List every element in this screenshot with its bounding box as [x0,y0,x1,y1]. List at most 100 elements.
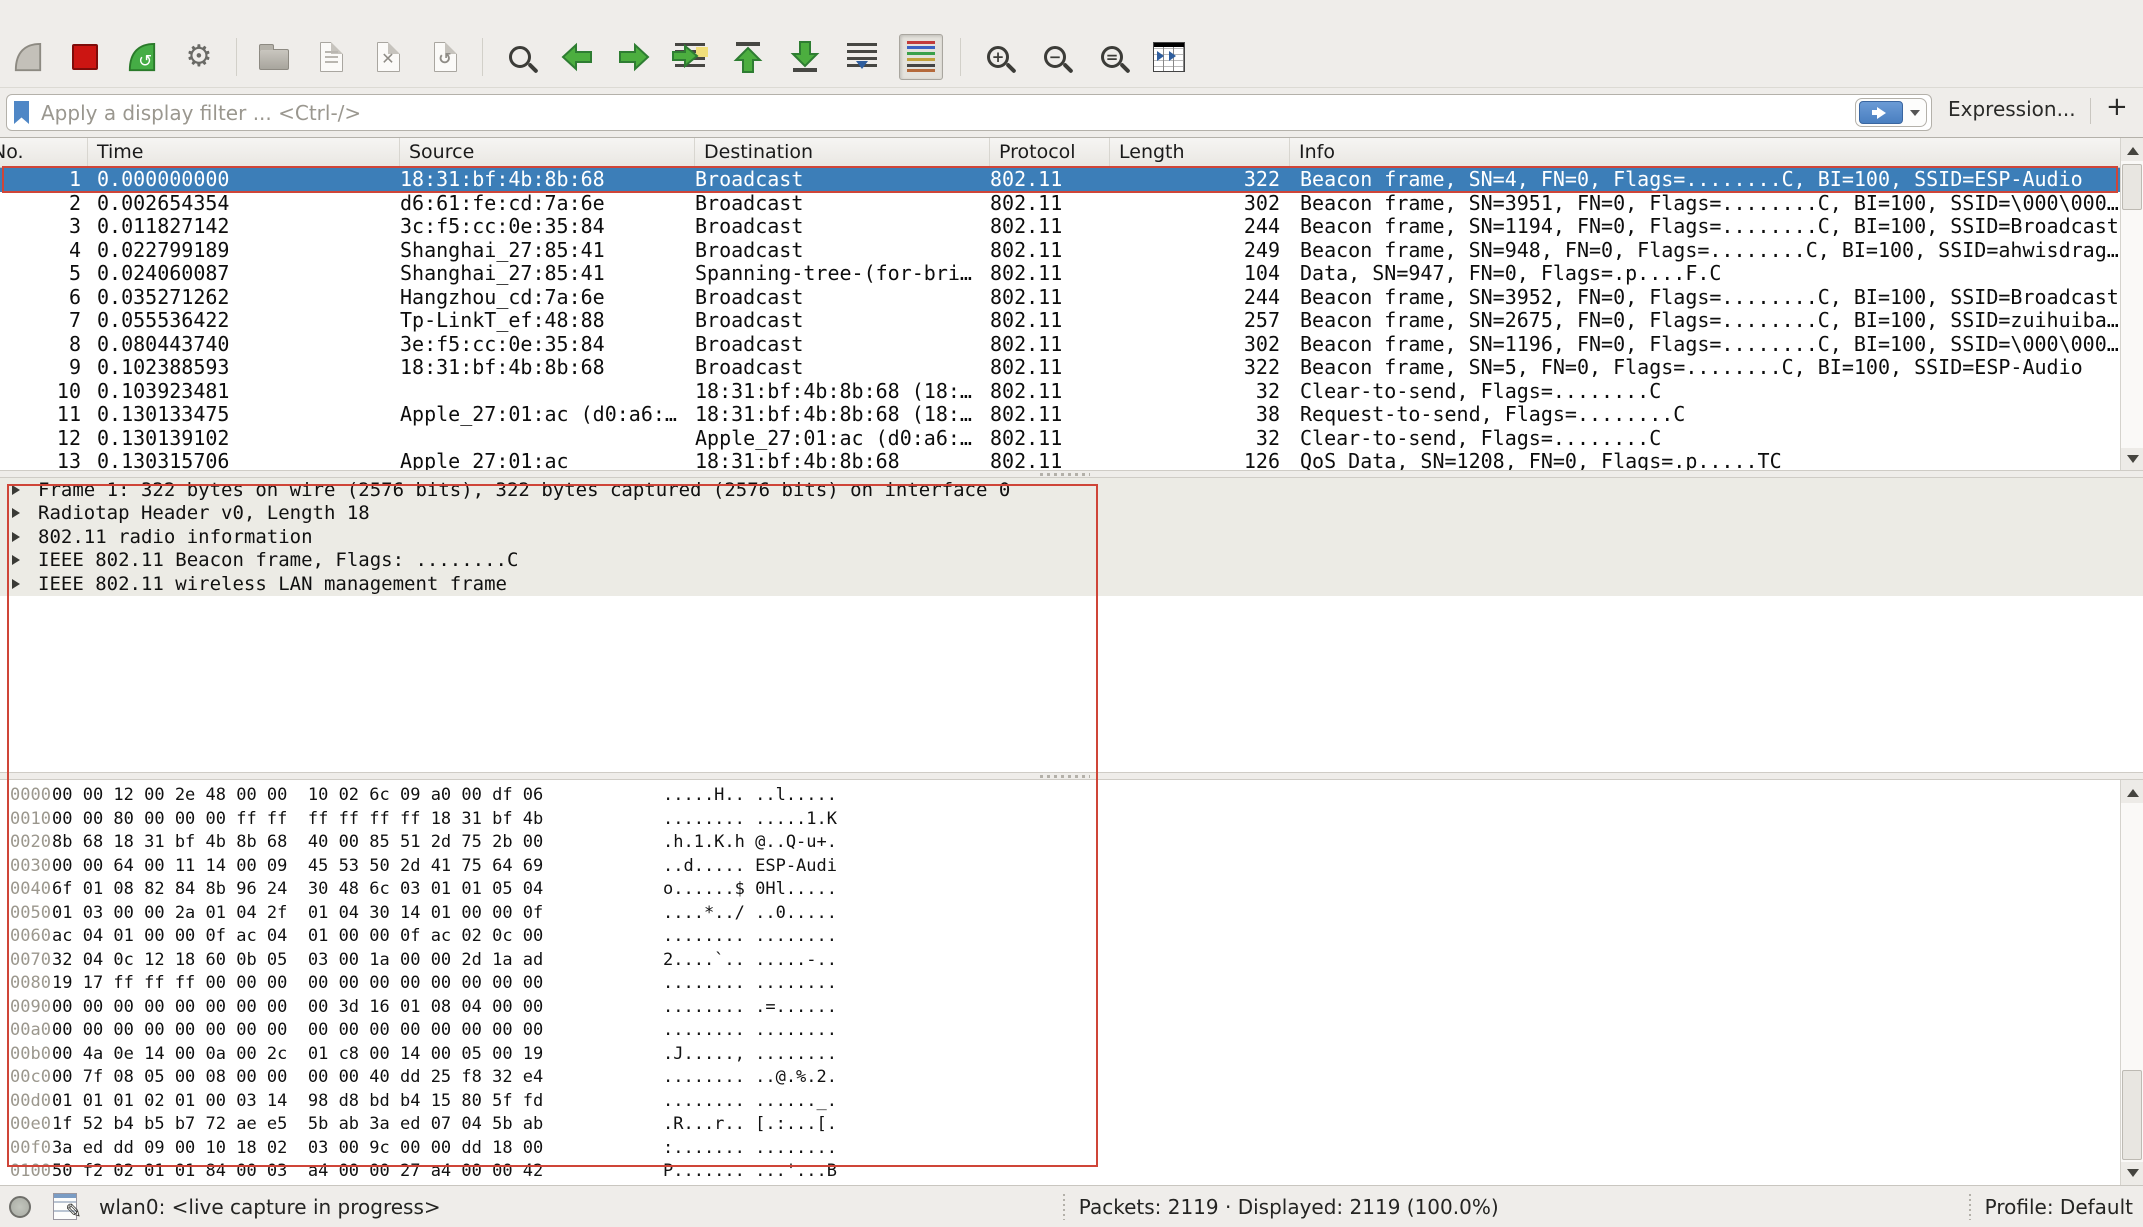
zoom-reset-icon[interactable]: = [1092,37,1132,77]
detail-tree-row[interactable]: IEEE 802.11 Beacon frame, Flags: .......… [0,549,2143,573]
detail-tree-row[interactable]: 802.11 radio information [0,525,2143,549]
resize-columns-icon[interactable] [1149,37,1189,77]
find-packet-icon[interactable] [500,37,540,77]
packet-row[interactable]: 1 0.000000000 18:31:bf:4b:8b:68 Broadcas… [0,168,2120,192]
hex-row[interactable]: 0070 32 04 0c 12 18 60 0b 05 03 00 1a 00… [0,949,2090,973]
packet-row[interactable]: 3 0.011827142 3c:f5:cc:0e:35:84 Broadcas… [0,215,2120,239]
packet-list-scrollbar[interactable] [2120,138,2143,470]
profile-text[interactable]: Profile: Default [1985,1195,2133,1219]
display-filter-input[interactable]: Apply a display filter ... <Ctrl-/> [6,94,1932,131]
column-header-protocol[interactable]: Protocol [990,138,1110,168]
packet-row[interactable]: 4 0.022799189 Shanghai_27:85:41 Broadcas… [0,239,2120,263]
statusbar-separator [1969,1194,1971,1220]
packet-row[interactable]: 10 0.103923481 18:31:bf:4b:8b:68 (18:… 8… [0,380,2120,404]
expand-arrow-icon[interactable] [12,579,25,589]
packet-row[interactable]: 12 0.130139102 Apple_27:01:ac (d0:a6:… 8… [0,427,2120,451]
scrollbar-thumb[interactable] [2122,164,2142,210]
detail-tree-row[interactable]: Frame 1: 322 bytes on wire (2576 bits), … [0,478,2143,502]
hex-row[interactable]: 0090 00 00 00 00 00 00 00 00 00 3d 16 01… [0,996,2090,1020]
filter-history-dropdown-icon[interactable] [1910,110,1920,121]
packet-row[interactable]: 5 0.024060087 Shanghai_27:85:41 Spanning… [0,262,2120,286]
scrollbar-thumb[interactable] [2122,1070,2142,1160]
colorize-icon[interactable] [899,34,943,80]
hex-row[interactable]: 00d0 01 01 01 02 01 00 03 14 98 d8 bd b4… [0,1090,2090,1114]
reload-file-icon[interactable]: ↺ [425,37,465,77]
menu-item[interactable] [158,12,184,14]
packet-row[interactable]: 2 0.002654354 d6:61:fe:cd:7a:6e Broadcas… [0,192,2120,216]
scroll-down-icon[interactable] [2121,1162,2143,1185]
menu-item[interactable] [210,12,236,14]
capture-options-icon[interactable]: ⚙ [179,37,219,77]
detail-tree-row[interactable]: IEEE 802.11 wireless LAN management fram… [0,572,2143,596]
scroll-down-icon[interactable] [2121,448,2143,470]
close-file-icon[interactable]: ✕ [368,37,408,77]
last-packet-icon[interactable] [785,37,825,77]
goto-packet-icon[interactable] [671,37,711,77]
packet-row[interactable]: 8 0.080443740 3e:f5:cc:0e:35:84 Broadcas… [0,333,2120,357]
hex-row[interactable]: 0020 8b 68 18 31 bf 4b 8b 68 40 00 85 51… [0,831,2090,855]
pane-splitter[interactable] [0,470,2143,478]
packet-row[interactable]: 6 0.035271262 Hangzhou_cd:7a:6e Broadcas… [0,286,2120,310]
scroll-up-icon[interactable] [2121,780,2143,803]
menu-item[interactable] [184,12,210,14]
wireshark-window: ↺ ⚙ ✕ ↺ + − = [0,0,2143,1227]
hex-row[interactable]: 0010 00 00 80 00 00 00 ff ff ff ff ff ff… [0,808,2090,832]
column-header-time[interactable]: Time [88,138,400,168]
apply-filter-button[interactable] [1859,101,1903,124]
stop-capture-icon[interactable] [65,37,105,77]
expand-arrow-icon[interactable] [12,508,25,518]
zoom-in-icon[interactable]: + [978,37,1018,77]
next-packet-icon[interactable] [614,37,654,77]
expression-button[interactable]: Expression... [1948,97,2076,121]
packet-row[interactable]: 11 0.130133475 Apple_27:01:ac (d0:a6:… 1… [0,403,2120,427]
first-packet-icon[interactable] [728,37,768,77]
hex-row[interactable]: 00a0 00 00 00 00 00 00 00 00 00 00 00 00… [0,1019,2090,1043]
save-file-icon[interactable] [311,37,351,77]
column-header-source[interactable]: Source [400,138,695,168]
hex-row[interactable]: 0040 6f 01 08 82 84 8b 96 24 30 48 6c 03… [0,878,2090,902]
expert-info-icon[interactable] [9,1196,31,1218]
packet-list-header: No. Time Source Destination Protocol Len… [0,138,2120,168]
expand-arrow-icon[interactable] [12,532,25,542]
column-header-length[interactable]: Length [1110,138,1290,168]
menu-item[interactable] [2,12,28,14]
open-file-icon[interactable] [254,37,294,77]
pane-splitter[interactable] [0,772,2143,780]
menu-item[interactable] [106,12,132,14]
menu-item[interactable] [28,12,54,14]
hex-row[interactable]: 0100 50 f2 02 01 01 84 00 03 a4 00 00 27… [0,1160,2090,1184]
menu-item[interactable] [262,12,288,14]
detail-tree-row[interactable]: Radiotap Header v0, Length 18 [0,502,2143,526]
hex-scrollbar[interactable] [2120,780,2143,1185]
column-header-destination[interactable]: Destination [695,138,990,168]
hex-row[interactable]: 0030 00 00 64 00 11 14 00 09 45 53 50 2d… [0,855,2090,879]
hex-row[interactable]: 0080 19 17 ff ff ff 00 00 00 00 00 00 00… [0,972,2090,996]
hex-row[interactable]: 0000 00 00 12 00 2e 48 00 00 10 02 6c 09… [0,784,2090,808]
column-header-no[interactable]: No. [0,138,88,168]
add-filter-button[interactable]: + [2106,92,2128,122]
restart-capture-icon[interactable]: ↺ [122,37,162,77]
start-capture-icon[interactable] [8,37,48,77]
expand-arrow-icon[interactable] [12,485,25,495]
packet-row[interactable]: 13 0.130315706 Apple_27:01:ac 18:31:bf:4… [0,450,2120,470]
hex-row[interactable]: 00b0 00 4a 0e 14 00 0a 00 2c 01 c8 00 14… [0,1043,2090,1067]
hex-row[interactable]: 0050 01 03 00 00 2a 01 04 2f 01 04 30 14… [0,902,2090,926]
menu-item[interactable] [236,12,262,14]
filter-bookmark-icon[interactable] [14,101,29,124]
packet-row[interactable]: 9 0.102388593 18:31:bf:4b:8b:68 Broadcas… [0,356,2120,380]
scroll-up-icon[interactable] [2121,138,2143,161]
capture-comment-icon[interactable] [53,1193,77,1220]
hex-row[interactable]: 00f0 3a ed dd 09 00 10 18 02 03 00 9c 00… [0,1137,2090,1161]
packet-row[interactable]: 7 0.055536422 Tp-LinkT_ef:48:88 Broadcas… [0,309,2120,333]
previous-packet-icon[interactable] [557,37,597,77]
menu-item[interactable] [54,12,80,14]
menu-item[interactable] [132,12,158,14]
zoom-out-icon[interactable]: − [1035,37,1075,77]
hex-row[interactable]: 0060 ac 04 01 00 00 0f ac 04 01 00 00 0f… [0,925,2090,949]
menu-item[interactable] [80,12,106,14]
hex-row[interactable]: 00c0 00 7f 08 05 00 08 00 00 00 00 40 dd… [0,1066,2090,1090]
auto-scroll-icon[interactable] [842,37,882,77]
hex-row[interactable]: 00e0 1f 52 b4 b5 b7 72 ae e5 5b ab 3a ed… [0,1113,2090,1137]
column-header-info[interactable]: Info [1290,138,2120,168]
expand-arrow-icon[interactable] [12,555,25,565]
